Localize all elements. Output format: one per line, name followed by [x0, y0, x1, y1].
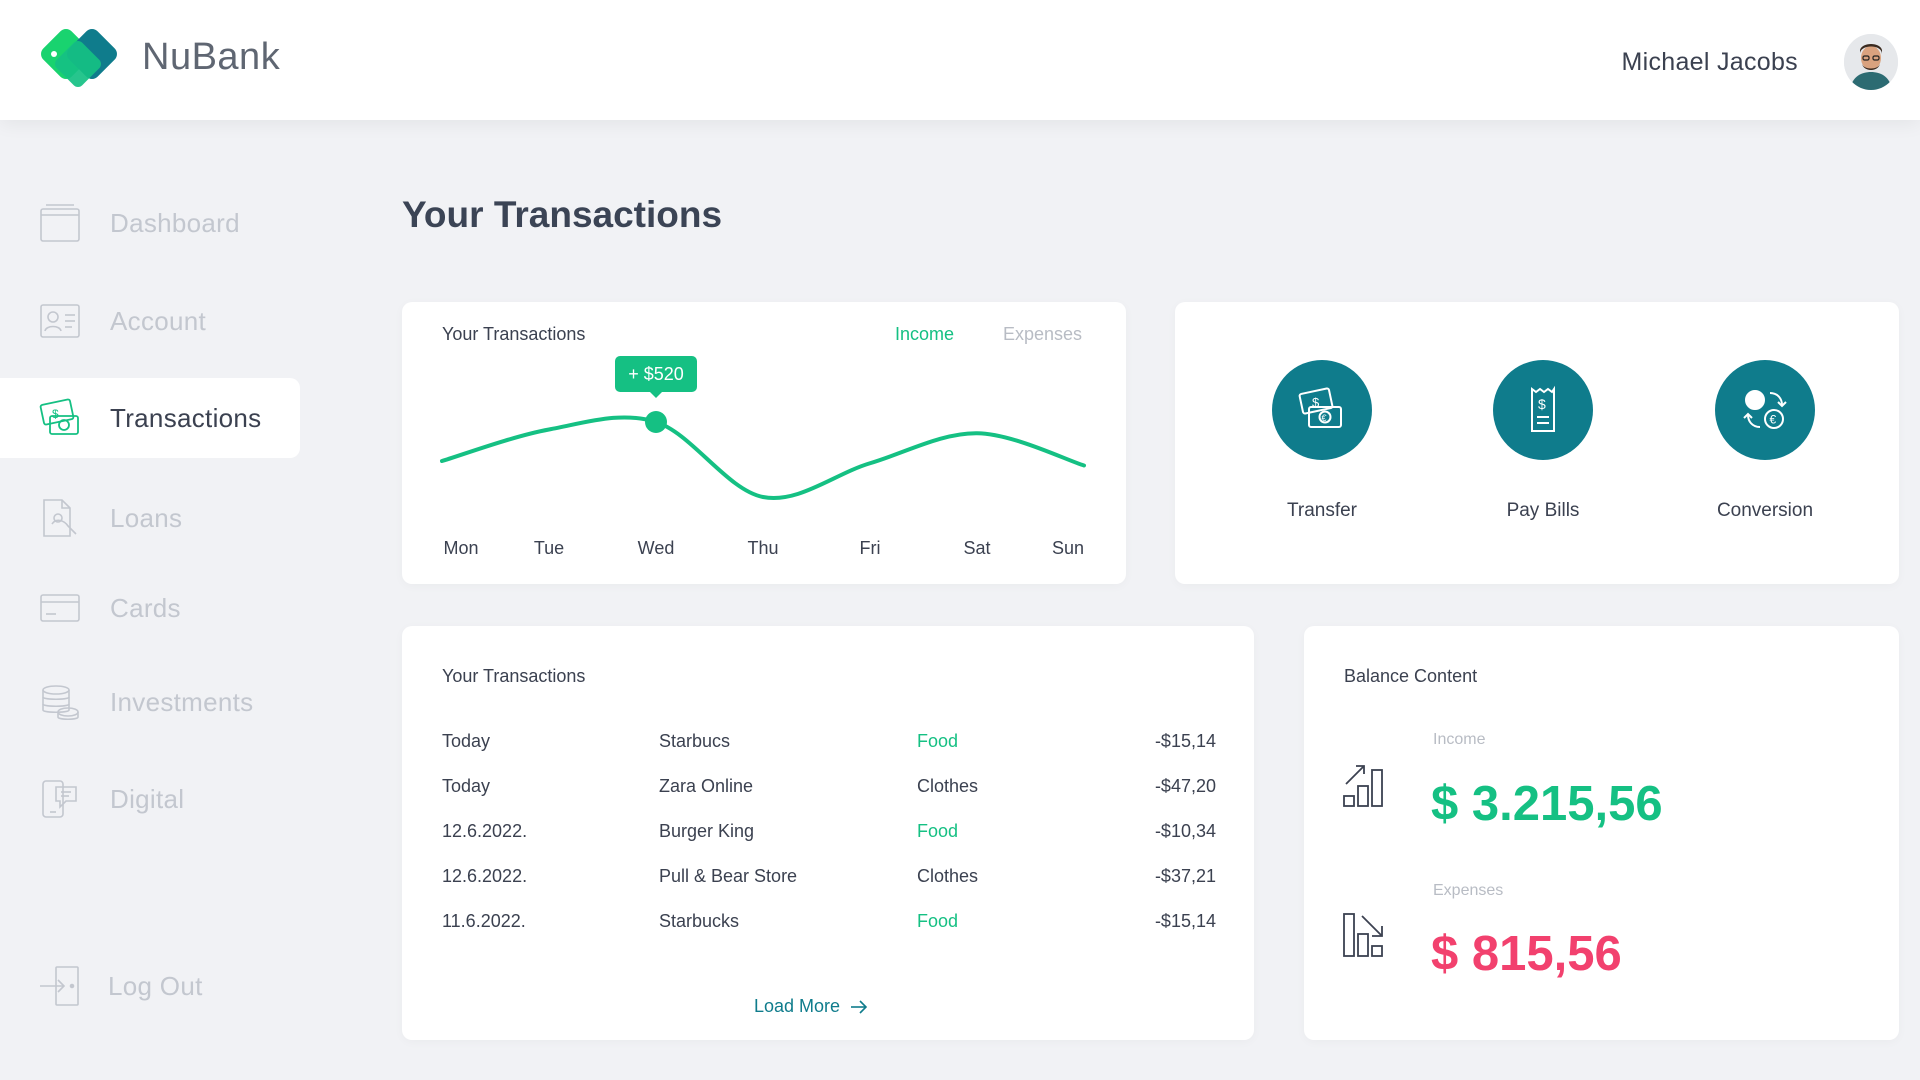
svg-text:€: € [1770, 413, 1777, 427]
sidebar-item-dashboard[interactable]: Dashboard [0, 183, 300, 263]
transfer-button[interactable]: $ € Transfer [1242, 360, 1402, 522]
user-name[interactable]: Michael Jacobs [1621, 48, 1798, 77]
logout-door-icon [40, 966, 79, 1006]
svg-text:$: $ [1538, 396, 1546, 412]
sidebar-item-label: Loans [110, 502, 183, 533]
arrow-right-icon [851, 999, 868, 1014]
user-avatar[interactable] [1844, 34, 1898, 90]
row-amount: -$15,14 [1154, 731, 1216, 751]
pay-bills-label: Pay Bills [1506, 500, 1580, 521]
row-amount: -$47,20 [1154, 776, 1216, 796]
highlight-point[interactable] [645, 411, 667, 433]
income-value: $ 3.215,56 [1431, 777, 1663, 831]
table-row[interactable]: Today Starbucs Food -$15,14 [442, 731, 1216, 761]
tooltip-text: + $520 [628, 364, 684, 384]
table-row[interactable]: 12.6.2022. Pull & Bear Store Clothes -$3… [442, 866, 1216, 896]
row-date: 12.6.2022. [442, 821, 528, 841]
row-merchant: Starbucs [659, 731, 731, 751]
sidebar-item-label: Account [110, 305, 207, 336]
sidebar-item-label: Transactions [110, 402, 262, 433]
credit-card-icon [40, 594, 80, 622]
sidebar-item-loans[interactable]: Loans [0, 478, 300, 558]
conversion-button[interactable]: € Conversion [1685, 360, 1845, 522]
transactions-list-card: Your Transactions Today Starbucs Food -$… [402, 626, 1254, 1040]
balance-content-card: Balance Content Income $ 3.215,56 Expens… [1304, 626, 1899, 1040]
coins-stack-icon [42, 685, 79, 721]
row-amount: -$10,34 [1154, 821, 1216, 841]
sidebar-item-label: Dashboard [110, 207, 240, 238]
svg-text:€: € [1322, 413, 1327, 423]
row-date: 11.6.2022. [442, 911, 526, 931]
expenses-value: $ 815,56 [1431, 927, 1622, 981]
money-transfer-icon: $ € [1298, 387, 1342, 428]
row-date: 12.6.2022. [442, 866, 528, 886]
row-merchant: Zara Online [659, 776, 754, 796]
transfer-icon-circle: $ € [1272, 360, 1372, 460]
income-label: Income [1433, 731, 1486, 748]
row-merchant: Burger King [659, 821, 755, 841]
sidebar-item-label: Digital [110, 783, 185, 814]
sidebar-item-account[interactable]: Account [0, 281, 300, 361]
table-row[interactable]: 12.6.2022. Burger King Food -$10,34 [442, 821, 1216, 851]
sidebar-item-label: Investments [110, 686, 254, 717]
sidebar-item-investments[interactable]: Investments [0, 662, 300, 742]
row-category: Food [917, 731, 959, 751]
x-tick-label: Sun [1051, 538, 1085, 558]
dashboard-icon [40, 204, 80, 242]
logout-label: Log Out [108, 970, 203, 1001]
nubank-logo[interactable] [38, 24, 124, 96]
load-more-button[interactable]: Load More [754, 996, 868, 1017]
row-merchant: Starbucks [659, 911, 740, 931]
table-row[interactable]: 11.6.2022. Starbucks Food -$15,14 [442, 911, 1216, 941]
x-tick-label: Thu [747, 538, 779, 558]
quick-actions-card: $ € Transfer $ Pay Bills € Conversion [1175, 302, 1899, 584]
row-category: Food [917, 911, 959, 931]
money-bills-icon: $ [39, 398, 79, 435]
row-category: Clothes [917, 866, 979, 886]
pay-bills-button[interactable]: $ Pay Bills [1463, 360, 1623, 522]
x-tick-label: Fri [859, 538, 881, 558]
page-title: Your Transactions [402, 194, 723, 235]
brand-name: NuBank [142, 36, 281, 78]
loan-document-icon [43, 499, 77, 537]
bill-receipt-icon: $ [1531, 385, 1555, 432]
sidebar-item-label: Cards [110, 592, 181, 623]
x-tick-label: Tue [533, 538, 565, 558]
row-amount: -$37,21 [1154, 866, 1216, 886]
row-merchant: Pull & Bear Store [659, 866, 798, 886]
income-series-line [440, 415, 1086, 500]
value-tooltip: + $520 [615, 356, 697, 398]
conversion-label: Conversion [1716, 500, 1814, 521]
row-date: Today [442, 776, 491, 796]
logout-button[interactable]: Log Out [0, 946, 300, 1026]
top-header: NuBank Michael Jacobs [0, 0, 1920, 120]
load-more-label: Load More [754, 996, 841, 1016]
x-tick-label: Mon [443, 538, 479, 558]
row-category: Food [917, 821, 959, 841]
row-amount: -$15,14 [1154, 911, 1216, 931]
chart-up-icon [1343, 765, 1383, 807]
x-tick-label: Sat [963, 538, 991, 558]
balance-card-title: Balance Content [1344, 666, 1478, 686]
expenses-label: Expenses [1433, 882, 1504, 899]
sidebar-item-transactions[interactable]: $ Transactions [0, 378, 300, 458]
conversion-icon-circle: € [1715, 360, 1815, 460]
transactions-chart-card: Your Transactions Income Expenses + $520… [402, 302, 1126, 584]
sidebar-item-cards[interactable]: Cards [0, 568, 300, 648]
transfer-label: Transfer [1286, 500, 1358, 521]
chart-down-icon [1343, 913, 1383, 957]
phone-chat-icon [42, 780, 77, 818]
sidebar-item-digital[interactable]: Digital [0, 759, 300, 839]
row-date: Today [442, 731, 491, 751]
table-row[interactable]: Today Zara Online Clothes -$47,20 [442, 776, 1216, 806]
account-card-icon [40, 304, 80, 338]
x-tick-label: Wed [637, 538, 675, 558]
list-card-title: Your Transactions [442, 666, 586, 686]
pay-bills-icon-circle: $ [1493, 360, 1593, 460]
svg-text:$: $ [52, 407, 59, 421]
row-category: Clothes [917, 776, 979, 796]
currency-conversion-icon: € [1743, 390, 1787, 429]
